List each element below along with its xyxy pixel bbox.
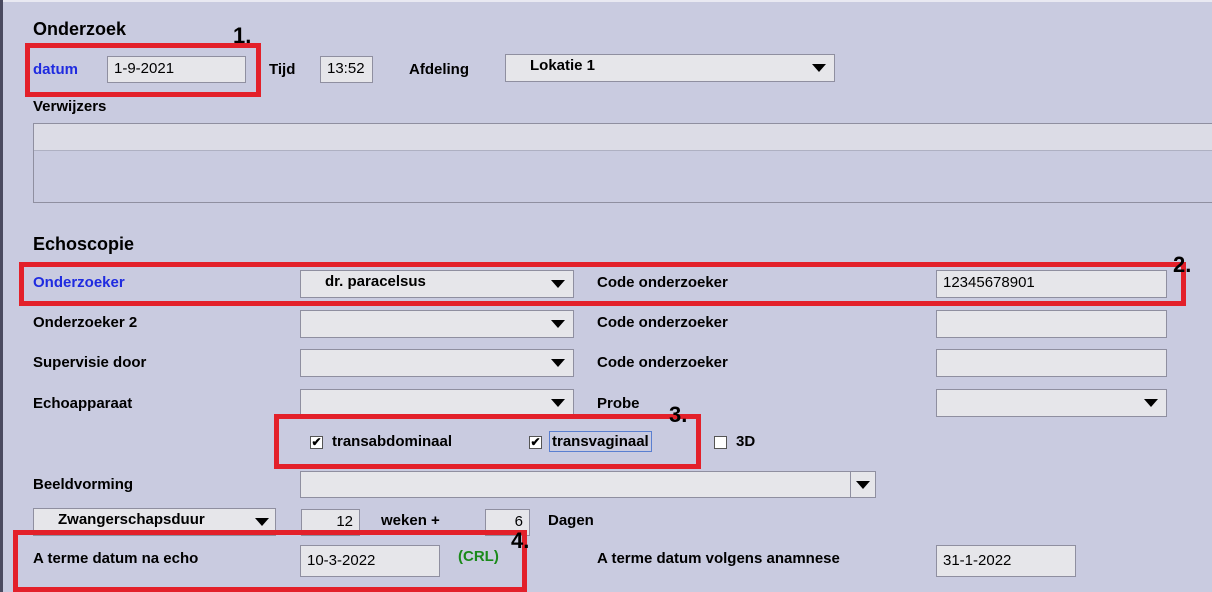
tijd-label: Tijd (269, 61, 296, 78)
aterme-anamnese-label: A terme datum volgens anamnese (597, 550, 840, 567)
verwijzers-row[interactable] (34, 124, 1212, 151)
label-3d[interactable]: 3D (736, 433, 755, 450)
annotation-number-3: 3. (669, 402, 688, 427)
probe-dropdown[interactable] (936, 389, 1167, 417)
chevron-down-icon (856, 481, 870, 489)
beeldvorming-field[interactable] (300, 471, 876, 498)
section-title-onderzoek: Onderzoek (33, 19, 127, 39)
chevron-down-icon (551, 359, 565, 367)
chevron-down-icon (812, 64, 826, 72)
code-onderzoeker3-label: Code onderzoeker (597, 354, 728, 371)
afdeling-label: Afdeling (409, 61, 469, 78)
code-onderzoeker2-field[interactable] (936, 310, 1167, 338)
echoapparaat-dropdown[interactable] (300, 389, 574, 417)
code-onderzoeker2-label: Code onderzoeker (597, 314, 728, 331)
highlight-box-1 (25, 43, 261, 97)
annotation-number-4: 4. (511, 528, 530, 553)
chevron-down-icon (551, 399, 565, 407)
probe-label: Probe (597, 395, 640, 412)
highlight-box-3 (274, 414, 701, 469)
onderzoeker2-dropdown[interactable] (300, 310, 574, 338)
beeldvorming-dropdown-button[interactable] (850, 472, 875, 497)
chevron-down-icon (255, 518, 269, 526)
verwijzers-label: Verwijzers (33, 98, 107, 115)
annotation-number-2: 2. (1173, 252, 1192, 277)
beeldvorming-label: Beeldvorming (33, 476, 134, 493)
afdeling-dropdown[interactable]: Lokatie 1 (505, 54, 835, 82)
zwangerschapsduur-value: Zwangerschapsduur (58, 511, 205, 528)
checkbox-3d[interactable] (714, 436, 727, 449)
weken-label: weken + (381, 512, 440, 529)
onderzoeker2-label: Onderzoeker 2 (33, 314, 138, 331)
section-title-echoscopie: Echoscopie (33, 234, 135, 254)
verwijzers-box[interactable] (33, 123, 1212, 203)
supervisie-dropdown[interactable] (300, 349, 574, 377)
highlight-box-2 (19, 262, 1186, 306)
dagen-label: Dagen (548, 512, 594, 529)
highlight-box-4 (13, 530, 527, 592)
top-border (0, 0, 1212, 2)
supervisie-label: Supervisie door (33, 354, 147, 371)
code-onderzoeker3-field[interactable] (936, 349, 1167, 377)
aterme-anamnese-field[interactable]: 31-1-2022 (936, 545, 1076, 577)
chevron-down-icon (551, 320, 565, 328)
echoapparaat-label: Echoapparaat (33, 395, 133, 412)
tijd-field[interactable]: 13:52 (320, 56, 373, 83)
annotation-number-1: 1. (233, 23, 252, 48)
chevron-down-icon (1144, 399, 1158, 407)
left-border (0, 0, 3, 592)
afdeling-value: Lokatie 1 (530, 57, 596, 74)
